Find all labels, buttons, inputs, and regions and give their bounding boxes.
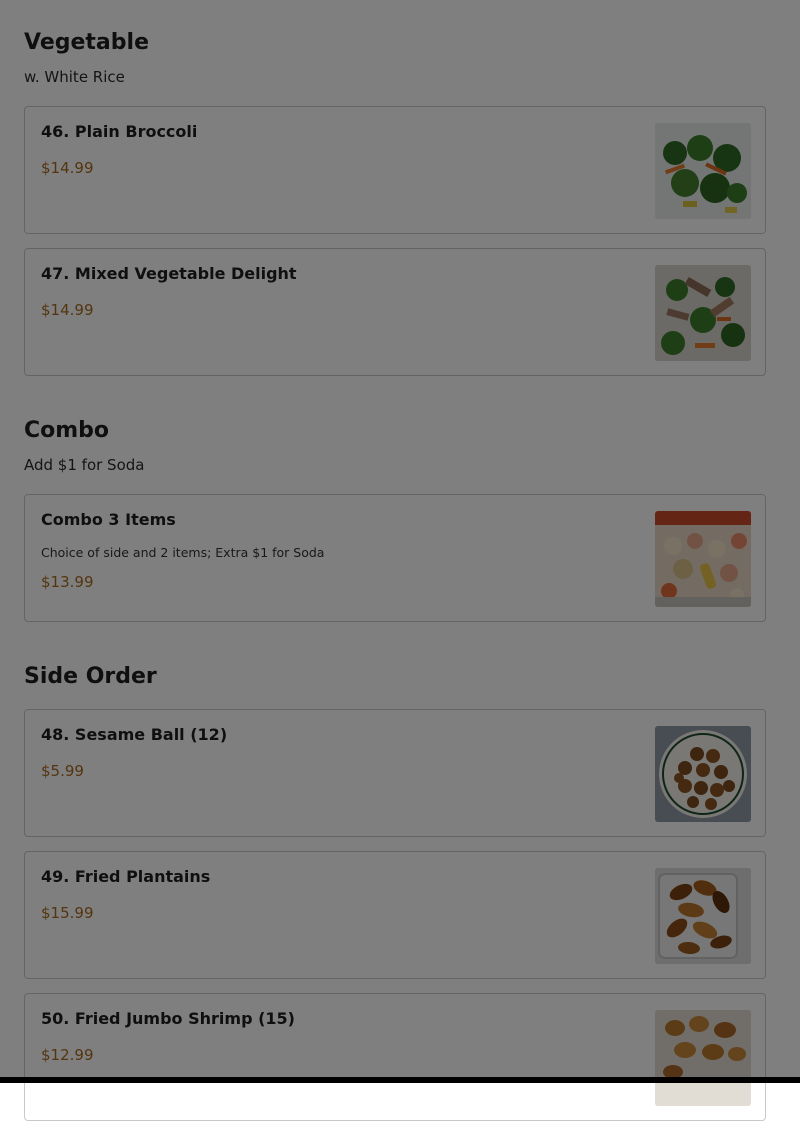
menu-item-name: Combo 3 Items	[41, 510, 176, 529]
menu-item-price: $12.99	[41, 1046, 94, 1064]
menu-item-price: $5.99	[41, 762, 84, 780]
section-subtitle-combo: Add $1 for Soda	[24, 456, 145, 474]
food-photo-sesame-ball	[655, 726, 751, 822]
section-title-combo: Combo	[24, 418, 110, 443]
section-title-side-order: Side Order	[24, 664, 157, 689]
menu-item-card[interactable]: 50. Fried Jumbo Shrimp (15) $12.99	[24, 993, 766, 1121]
food-photo-fried-shrimp	[655, 1010, 751, 1106]
menu-item-price: $13.99	[41, 573, 94, 591]
food-photo-broccoli	[655, 123, 751, 219]
menu-item-price: $14.99	[41, 301, 94, 319]
food-photo-mixed-vegetable	[655, 265, 751, 361]
section-title-vegetable: Vegetable	[24, 30, 149, 55]
menu-item-name: 48. Sesame Ball (12)	[41, 725, 228, 744]
menu-page: Vegetable w. White Rice 46. Plain Brocco…	[0, 0, 800, 1121]
menu-item-card[interactable]: 46. Plain Broccoli $14.99	[24, 106, 766, 234]
section-subtitle-vegetable: w. White Rice	[24, 68, 125, 86]
menu-item-name: 46. Plain Broccoli	[41, 122, 198, 141]
food-photo-combo	[655, 511, 751, 607]
menu-item-name: 49. Fried Plantains	[41, 867, 211, 886]
menu-item-description: Choice of side and 2 items; Extra $1 for…	[41, 545, 325, 560]
menu-item-card[interactable]: Combo 3 Items Choice of side and 2 items…	[24, 494, 766, 622]
menu-item-card[interactable]: 49. Fried Plantains $15.99	[24, 851, 766, 979]
food-photo-fried-plantains	[655, 868, 751, 964]
menu-item-price: $15.99	[41, 904, 94, 922]
menu-item-name: 50. Fried Jumbo Shrimp (15)	[41, 1009, 295, 1028]
menu-item-name: 47. Mixed Vegetable Delight	[41, 264, 297, 283]
menu-item-price: $14.99	[41, 159, 94, 177]
menu-item-card[interactable]: 48. Sesame Ball (12) $5.99	[24, 709, 766, 837]
menu-item-card[interactable]: 47. Mixed Vegetable Delight $14.99	[24, 248, 766, 376]
bottom-edge-bar	[0, 1077, 800, 1083]
